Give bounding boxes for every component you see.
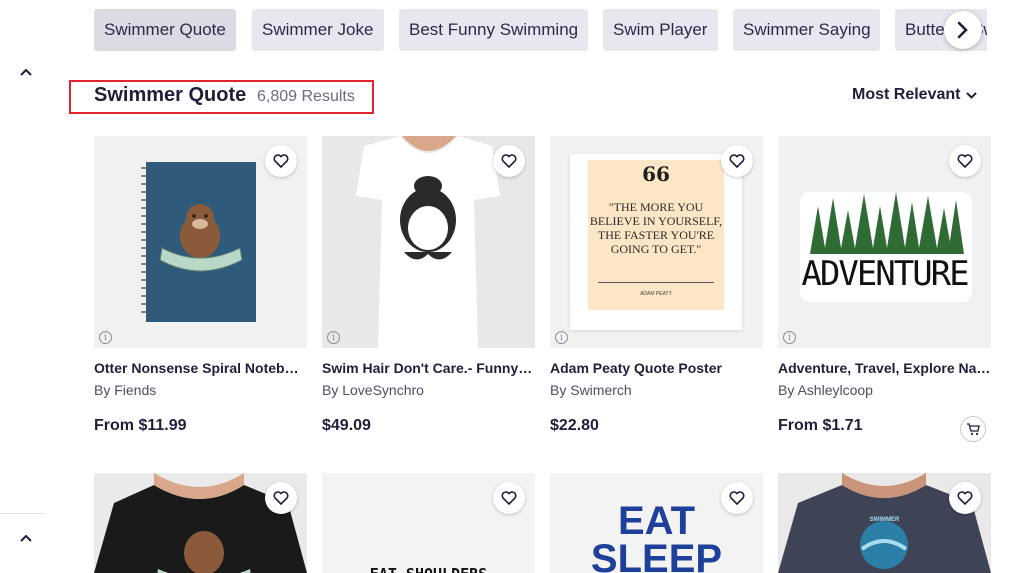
sort-label: Most Relevant [852, 86, 961, 103]
heart-icon [273, 154, 289, 168]
result-count: 6,809 Results [257, 88, 355, 105]
product-title[interactable]: Otter Nonsense Spiral Notebook [94, 360, 307, 376]
scroll-up-button[interactable] [14, 60, 38, 84]
product-image[interactable]: i [322, 136, 535, 348]
tshirt-print-text: SWIMMER [869, 517, 900, 523]
favorite-button[interactable] [493, 145, 525, 177]
quote-mark: 66 [642, 162, 670, 186]
chip-best-funny-swimming[interactable]: Best Funny Swimming [399, 9, 588, 51]
product-card[interactable]: EAT SLEEP [550, 473, 763, 573]
product-card[interactable]: SWIMMER [778, 473, 991, 573]
add-to-cart-button[interactable] [960, 416, 986, 442]
heart-icon [273, 491, 289, 505]
product-price: $49.09 [322, 417, 371, 434]
heart-icon [501, 491, 517, 505]
product-image[interactable] [94, 473, 307, 573]
scroll-up-button-bottom[interactable] [14, 526, 38, 550]
info-icon[interactable]: i [783, 331, 796, 344]
chevron-down-icon [966, 91, 978, 99]
poster-image: 66 "THE MORE YOU BELIEVE IN YOURSELF, TH… [570, 154, 742, 330]
product-title[interactable]: Adam Peaty Quote Poster [550, 360, 763, 376]
product-price: From $1.71 [778, 417, 863, 434]
page-title: Swimmer Quote [94, 84, 247, 106]
chip-swimmer-joke[interactable]: Swimmer Joke [252, 9, 384, 51]
chip-swim-player[interactable]: Swim Player [603, 9, 718, 51]
heart-icon [957, 154, 973, 168]
quote-line: GOING TO GET." [610, 242, 702, 256]
info-icon[interactable]: i [99, 331, 112, 344]
cart-icon [967, 422, 980, 435]
related-search-chips: Swimmer Quote Swimmer Joke Best Funny Sw… [94, 9, 987, 51]
product-artist[interactable]: By LoveSynchro [322, 382, 424, 398]
quote-divider [598, 282, 714, 283]
quote-line: BELIEVE IN YOURSELF, [589, 214, 723, 228]
chevron-up-icon [20, 68, 32, 76]
product-price: $22.80 [550, 417, 599, 434]
sort-dropdown[interactable]: Most Relevant [852, 86, 978, 104]
heart-icon [729, 491, 745, 505]
product-artist[interactable]: By Swimerch [550, 382, 632, 398]
favorite-button[interactable] [949, 482, 981, 514]
product-card[interactable]: 66 "THE MORE YOU BELIEVE IN YOURSELF, TH… [550, 136, 763, 434]
product-image[interactable]: ADVENTURE i [778, 136, 991, 348]
chevron-up-icon [20, 534, 32, 542]
product-artist[interactable]: By Fiends [94, 382, 156, 398]
product-card[interactable]: ADVENTURE i Adventure, Travel, Explore N… [778, 136, 991, 442]
chip-swimmer-saying[interactable]: Swimmer Saying [733, 9, 880, 51]
info-icon[interactable]: i [327, 331, 340, 344]
product-card[interactable]: i Swim Hair Don't Care.- Funny Swimming … [322, 136, 535, 434]
product-image[interactable]: 66 "THE MORE YOU BELIEVE IN YOURSELF, TH… [550, 136, 763, 348]
product-title[interactable]: Swim Hair Don't Care.- Funny Swimming Gi… [322, 360, 535, 376]
favorite-button[interactable] [493, 482, 525, 514]
product-price: From $11.99 [94, 417, 187, 434]
favorite-button[interactable] [949, 145, 981, 177]
heart-icon [957, 491, 973, 505]
product-card[interactable]: i Otter Nonsense Spiral Notebook By Fien… [94, 136, 307, 434]
heart-icon [501, 154, 517, 168]
product-image[interactable]: EAT SHOULDERS [322, 473, 535, 573]
favorite-button[interactable] [721, 145, 753, 177]
info-icon[interactable]: i [555, 331, 568, 344]
sticker-partial-text: EAT SHOULDERS [322, 565, 535, 573]
product-card[interactable]: EAT SHOULDERS [322, 473, 535, 573]
product-card[interactable] [94, 473, 307, 573]
favorite-button[interactable] [265, 482, 297, 514]
chips-next-button[interactable] [944, 11, 982, 49]
rail-divider [0, 513, 46, 514]
product-title[interactable]: Adventure, Travel, Explore Nature Sticke… [778, 360, 991, 376]
sticker-text: ADVENTURE [801, 254, 969, 294]
product-artist[interactable]: By Ashleylcoop [778, 382, 873, 398]
quote-author: ADAM PEATY [640, 291, 672, 297]
heart-icon [729, 154, 745, 168]
chevron-right-icon [957, 21, 968, 39]
product-image[interactable]: SWIMMER [778, 473, 991, 573]
favorite-button[interactable] [721, 482, 753, 514]
chip-swimmer-quote[interactable]: Swimmer Quote [94, 9, 236, 51]
product-image[interactable]: i [94, 136, 307, 348]
quote-line: "THE MORE YOU [608, 200, 704, 214]
sticker-text-sleep: SLEEP [590, 537, 723, 573]
quote-line: THE FASTER YOU'RE [597, 228, 715, 242]
favorite-button[interactable] [265, 145, 297, 177]
product-image[interactable]: EAT SLEEP [550, 473, 763, 573]
